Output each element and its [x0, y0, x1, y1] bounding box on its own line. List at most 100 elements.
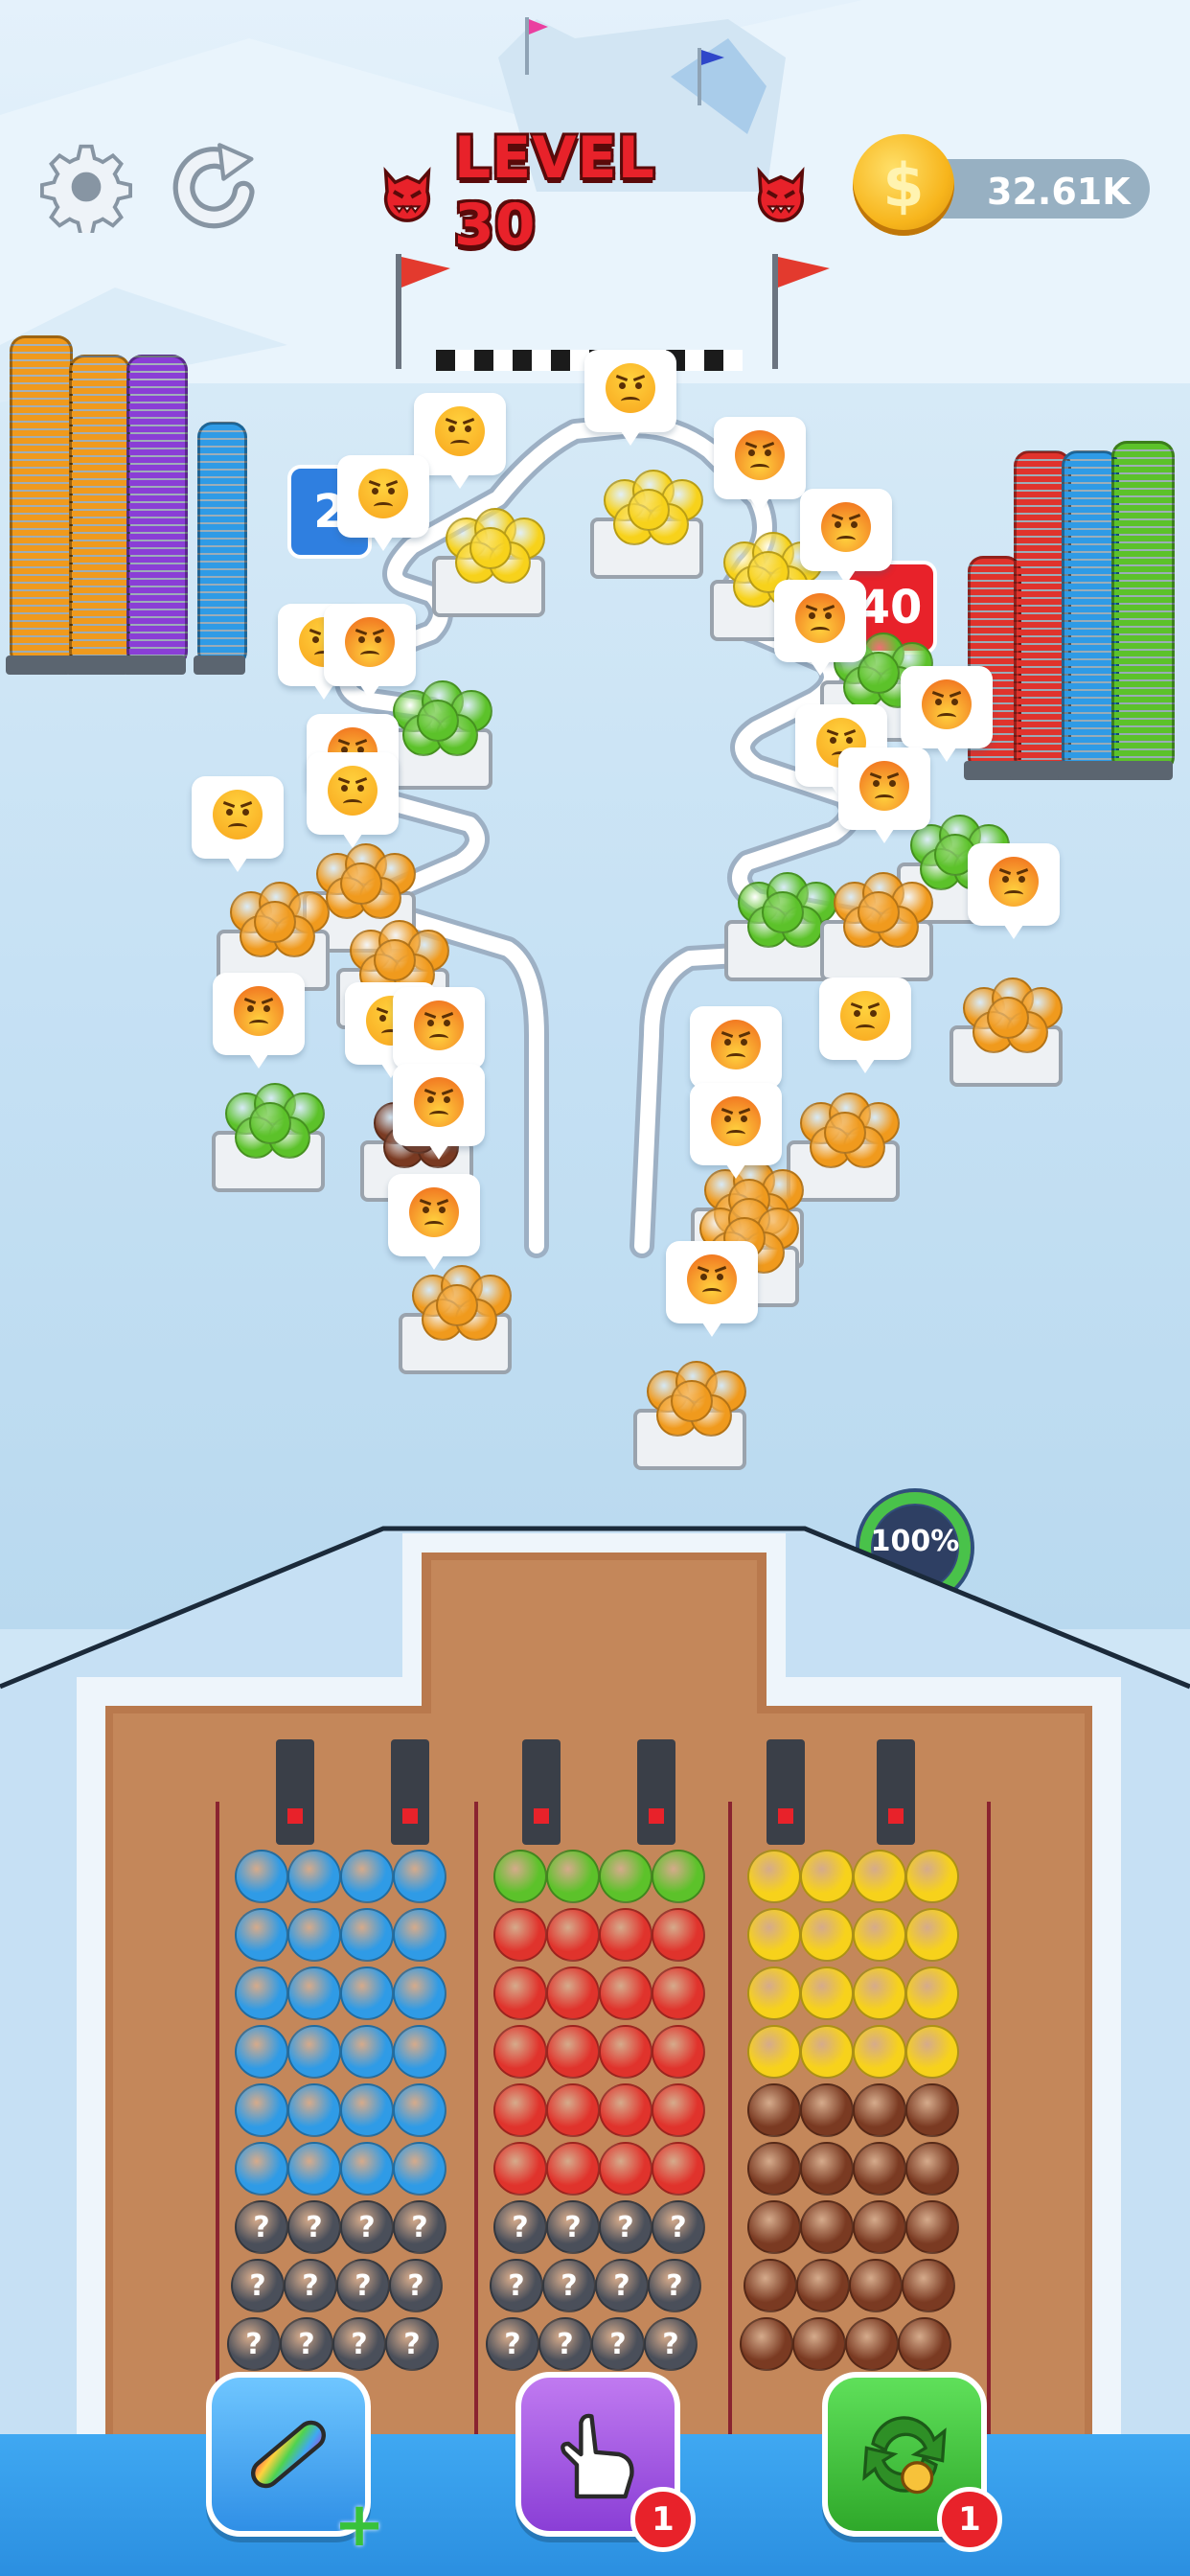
- unknown-passenger: ?: [385, 2317, 439, 2371]
- unknown-passenger: ?: [393, 2200, 446, 2254]
- queued-passenger: [393, 2025, 446, 2079]
- queued-passenger: [747, 2025, 801, 2079]
- queued-passenger: [792, 2317, 846, 2371]
- emoji-bubble: [393, 987, 485, 1083]
- skateboard-booster[interactable]: +: [206, 2372, 385, 2556]
- queued-passenger: [493, 2142, 547, 2196]
- passenger-group: [724, 862, 837, 981]
- queued-passenger: [849, 2259, 903, 2312]
- swap-booster[interactable]: 1: [822, 2372, 1002, 2552]
- unknown-passenger: ?: [644, 2317, 698, 2371]
- pointing-hand-icon: [561, 2413, 634, 2499]
- gate-light: [888, 1808, 904, 1824]
- unknown-passenger: ?: [490, 2259, 543, 2312]
- emoji-bubble: [388, 1174, 480, 1270]
- queued-passenger: [393, 2142, 446, 2196]
- angry-face-icon: [414, 1000, 464, 1050]
- swap-icon: [862, 2416, 947, 2495]
- queued-passenger: [747, 1966, 801, 2020]
- swap-booster-badge: 1: [937, 2487, 1002, 2552]
- passenger-group: [379, 671, 492, 790]
- queued-passenger: [845, 2317, 899, 2371]
- lane-rope: [987, 1802, 991, 2463]
- grumpy-face-icon: [213, 790, 263, 840]
- queued-passenger: [652, 2025, 705, 2079]
- question-mark: ?: [564, 2210, 582, 2244]
- queued-passenger: [287, 1908, 341, 1962]
- question-mark: ?: [355, 2268, 372, 2303]
- queued-passenger: [235, 2142, 288, 2196]
- queued-passenger: [599, 2083, 652, 2137]
- question-mark: ?: [508, 2268, 525, 2303]
- queued-passenger: [287, 1966, 341, 2020]
- queued-passenger: [853, 1966, 906, 2020]
- queued-passenger: [898, 2317, 951, 2371]
- queued-passenger: [747, 1850, 801, 1903]
- pointer-booster[interactable]: 1: [515, 2372, 696, 2552]
- passenger-group: [432, 498, 545, 617]
- unknown-passenger: ?: [389, 2259, 443, 2312]
- passenger: [469, 527, 512, 569]
- queued-passenger: [652, 1850, 705, 1903]
- gate-light: [778, 1808, 793, 1824]
- queued-passenger: [800, 2025, 854, 2079]
- queued-passenger: [747, 2142, 801, 2196]
- question-mark: ?: [609, 2327, 627, 2361]
- passenger-group: [950, 968, 1063, 1087]
- emoji-bubble: [584, 350, 676, 446]
- passenger-group: [590, 460, 703, 579]
- angry-face-icon: [922, 679, 972, 729]
- unknown-passenger: ?: [648, 2259, 701, 2312]
- passenger: [824, 1112, 866, 1154]
- unknown-passenger: ?: [486, 2317, 539, 2371]
- emoji-bubble: [690, 1083, 782, 1179]
- queued-passenger: [652, 2083, 705, 2137]
- emoji-bubble: [901, 666, 993, 762]
- passenger: [417, 700, 459, 742]
- queued-passenger: [853, 2200, 906, 2254]
- passenger: [628, 489, 670, 531]
- question-mark: ?: [613, 2268, 630, 2303]
- queued-passenger: [493, 2025, 547, 2079]
- queued-passenger: [287, 2083, 341, 2137]
- lane-rope: [474, 1802, 478, 2463]
- grumpy-face-icon: [358, 469, 408, 518]
- queued-passenger: [747, 1908, 801, 1962]
- lane-gate: [877, 1739, 915, 1845]
- angry-face-icon: [795, 593, 845, 643]
- question-mark: ?: [298, 2327, 315, 2361]
- passenger: [858, 652, 900, 694]
- queued-passenger: [853, 2083, 906, 2137]
- queued-passenger: [740, 2317, 793, 2371]
- unknown-passenger: ?: [652, 2200, 705, 2254]
- queued-passenger: [800, 2083, 854, 2137]
- queued-passenger: [599, 2025, 652, 2079]
- question-mark: ?: [617, 2210, 634, 2244]
- swap-badge-text: 1: [958, 2500, 981, 2539]
- queued-passenger: [905, 2200, 959, 2254]
- unknown-passenger: ?: [235, 2200, 288, 2254]
- queued-passenger: [652, 1966, 705, 2020]
- queued-passenger: [340, 1908, 394, 1962]
- emoji-bubble: [666, 1241, 758, 1337]
- unknown-passenger: ?: [340, 2200, 394, 2254]
- queued-passenger: [393, 2083, 446, 2137]
- queued-passenger: [905, 2142, 959, 2196]
- queued-passenger: [393, 1850, 446, 1903]
- queued-passenger: [546, 2142, 600, 2196]
- queued-passenger: [340, 2025, 394, 2079]
- queued-passenger: [546, 1850, 600, 1903]
- angry-face-icon: [234, 986, 284, 1036]
- queued-passenger: [800, 2142, 854, 2196]
- passenger: [858, 891, 900, 933]
- question-mark: ?: [407, 2268, 424, 2303]
- queued-passenger: [905, 1908, 959, 1962]
- angry-face-icon: [711, 1020, 761, 1070]
- add-badge: +: [332, 2495, 386, 2556]
- question-mark: ?: [245, 2327, 263, 2361]
- grumpy-face-icon: [606, 363, 655, 413]
- angry-face-icon: [989, 857, 1039, 907]
- passenger: [671, 1380, 713, 1422]
- queued-passenger: [853, 1850, 906, 1903]
- unknown-passenger: ?: [287, 2200, 341, 2254]
